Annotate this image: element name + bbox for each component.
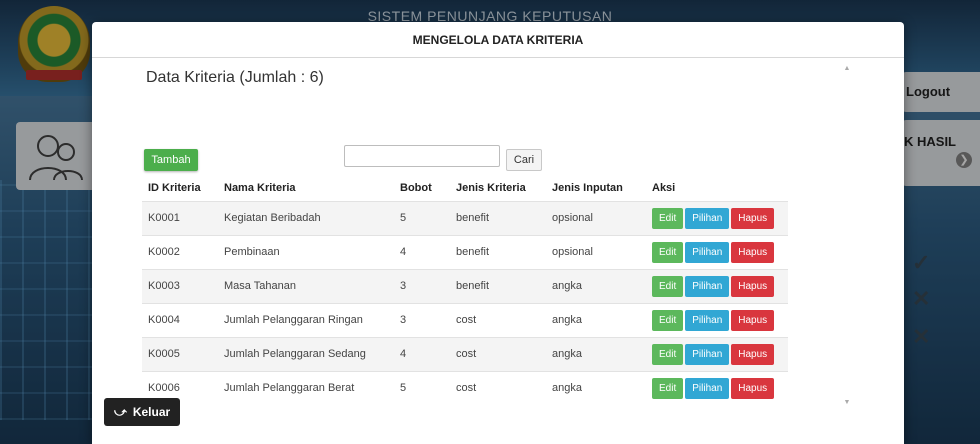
cell-jenis-inputan: angka (546, 268, 646, 303)
kriteria-modal: MENGELOLA DATA KRITERIA Data Kriteria (J… (92, 22, 904, 444)
cell-bobot: 3 (394, 302, 450, 337)
hapus-button[interactable]: Hapus (731, 241, 775, 263)
cell-bobot: 5 (394, 370, 450, 405)
cell-id: K0001 (142, 200, 218, 235)
cell-jenis-kriteria: benefit (450, 234, 546, 269)
edit-button[interactable]: Edit (652, 309, 684, 331)
pilihan-button[interactable]: Pilihan (685, 275, 730, 297)
pilihan-button[interactable]: Pilihan (685, 377, 730, 399)
hapus-button[interactable]: Hapus (731, 275, 775, 297)
kriteria-table: ID Kriteria Nama Kriteria Bobot Jenis Kr… (142, 175, 788, 405)
cell-jenis-kriteria: cost (450, 302, 546, 337)
cell-jenis-kriteria: benefit (450, 268, 546, 303)
cell-aksi: Edit Pilihan Hapus (646, 234, 788, 269)
cell-jenis-kriteria: cost (450, 336, 546, 371)
table-row: K0005 Jumlah Pelanggaran Sedang 4 cost angka… (142, 336, 788, 371)
cell-jenis-inputan: angka (546, 370, 646, 405)
cell-aksi: Edit Pilihan Hapus (646, 336, 788, 371)
table-row: K0002 Pembinaan 4 benefit opsional Edit Piliha… (142, 234, 788, 269)
cell-aksi: Edit Pilihan Hapus (646, 302, 788, 337)
edit-button[interactable]: Edit (652, 377, 684, 399)
hapus-button[interactable]: Hapus (731, 309, 775, 331)
hapus-button[interactable]: Hapus (731, 207, 775, 229)
pilihan-button[interactable]: Pilihan (685, 207, 730, 229)
cell-aksi: Edit Pilihan Hapus (646, 268, 788, 303)
edit-button[interactable]: Edit (652, 275, 684, 297)
modal-body: Data Kriteria (Jumlah : 6) Tambah Cari I… (92, 59, 904, 405)
cell-nama: Jumlah Pelanggaran Sedang (218, 336, 394, 371)
cell-bobot: 5 (394, 200, 450, 235)
modal-title: MENGELOLA DATA KRITERIA (412, 32, 584, 47)
column-header-id: ID Kriteria (142, 175, 218, 201)
cell-jenis-inputan: opsional (546, 234, 646, 269)
cell-nama: Kegiatan Beribadah (218, 200, 394, 235)
edit-button[interactable]: Edit (652, 207, 684, 229)
modal-scrollbar[interactable]: ▲ ▼ (842, 64, 852, 408)
table-row: K0001 Kegiatan Beribadah 5 benefit opsional E… (142, 200, 788, 235)
cell-nama: Pembinaan (218, 234, 394, 269)
cell-id: K0005 (142, 336, 218, 371)
table-row: K0006 Jumlah Pelanggaran Berat 5 cost angka E… (142, 370, 788, 405)
hapus-button[interactable]: Hapus (731, 343, 775, 365)
column-header-aksi: Aksi (646, 175, 788, 201)
pilihan-button[interactable]: Pilihan (685, 343, 730, 365)
cell-id: K0002 (142, 234, 218, 269)
cell-aksi: Edit Pilihan Hapus (646, 370, 788, 405)
edit-button[interactable]: Edit (652, 241, 684, 263)
add-kriteria-button[interactable]: Tambah (144, 149, 198, 171)
cell-nama: Jumlah Pelanggaran Ringan (218, 302, 394, 337)
table-row: K0003 Masa Tahanan 3 benefit angka Edit Piliha… (142, 268, 788, 303)
scroll-up-icon[interactable]: ▲ (842, 64, 852, 74)
undo-arrow-icon: ⤻ (114, 404, 127, 419)
hapus-button[interactable]: Hapus (731, 377, 775, 399)
column-header-jenis-kriteria: Jenis Kriteria (450, 175, 546, 201)
table-row: K0004 Jumlah Pelanggaran Ringan 3 cost angka… (142, 302, 788, 337)
cell-bobot: 3 (394, 268, 450, 303)
page-title: Data Kriteria (Jumlah : 6) (146, 69, 324, 86)
column-header-jenis-inputan: Jenis Inputan (546, 175, 646, 201)
cell-id: K0003 (142, 268, 218, 303)
keluar-button[interactable]: ⤻ Keluar (104, 398, 180, 426)
search-button[interactable]: Cari (506, 149, 542, 171)
cell-nama: Jumlah Pelanggaran Berat (218, 370, 394, 405)
search-input[interactable] (344, 145, 500, 167)
cell-jenis-kriteria: benefit (450, 200, 546, 235)
column-header-bobot: Bobot (394, 175, 450, 201)
cell-jenis-inputan: angka (546, 336, 646, 371)
cell-jenis-inputan: opsional (546, 200, 646, 235)
keluar-label: Keluar (132, 405, 171, 419)
pilihan-button[interactable]: Pilihan (685, 309, 730, 331)
cell-aksi: Edit Pilihan Hapus (646, 200, 788, 235)
modal-header: MENGELOLA DATA KRITERIA (92, 22, 904, 58)
cell-jenis-inputan: angka (546, 302, 646, 337)
pilihan-button[interactable]: Pilihan (685, 241, 730, 263)
cell-nama: Masa Tahanan (218, 268, 394, 303)
cell-jenis-kriteria: cost (450, 370, 546, 405)
column-header-nama: Nama Kriteria (218, 175, 394, 201)
cell-id: K0004 (142, 302, 218, 337)
cell-bobot: 4 (394, 234, 450, 269)
scroll-down-icon[interactable]: ▼ (842, 398, 852, 408)
edit-button[interactable]: Edit (652, 343, 684, 365)
cell-bobot: 4 (394, 336, 450, 371)
table-header-row: ID Kriteria Nama Kriteria Bobot Jenis Kr… (142, 175, 788, 201)
